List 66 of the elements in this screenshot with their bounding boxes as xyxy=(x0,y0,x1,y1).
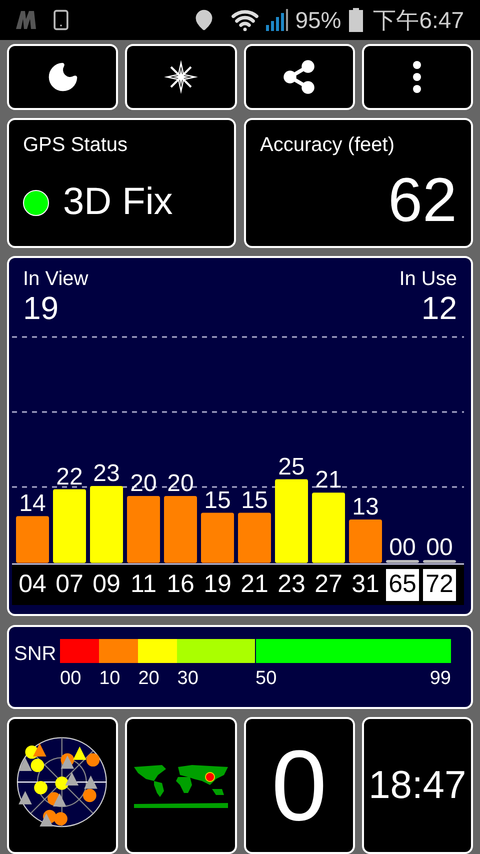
snr-value: 22 xyxy=(56,463,83,490)
snr-value: 00 xyxy=(389,534,416,561)
more-icon xyxy=(413,61,422,93)
snr-value: 00 xyxy=(426,534,453,561)
app-logo-icon xyxy=(16,11,36,29)
snr-value: 15 xyxy=(204,486,231,514)
snr-tick-label: 30 xyxy=(177,669,198,688)
snr-tick-label: 99 xyxy=(430,669,451,688)
snr-label: SNR xyxy=(14,642,58,667)
clock: 下午6:47 xyxy=(373,6,464,35)
share-icon xyxy=(281,59,318,95)
snr-tick-label: 20 xyxy=(138,669,160,688)
snr-bar xyxy=(127,496,160,563)
satellite-id: 72 xyxy=(423,569,456,601)
satellite-id: 21 xyxy=(240,569,270,600)
moon-button[interactable] xyxy=(7,44,118,110)
satellite-id: 16 xyxy=(166,569,196,600)
compass-button[interactable] xyxy=(125,44,236,110)
snr-bar xyxy=(386,560,419,563)
compass-star-icon xyxy=(162,59,199,95)
battery-icon xyxy=(349,8,364,32)
satellite-id: 31 xyxy=(350,569,380,600)
in-use-count: 12 xyxy=(421,291,457,325)
snr-value: 25 xyxy=(278,453,305,480)
snr-bar xyxy=(312,492,345,563)
in-view-count: 19 xyxy=(23,291,60,325)
satellite-id: 04 xyxy=(18,569,48,600)
gps-status-label: GPS Status xyxy=(23,133,128,158)
snr-value: 20 xyxy=(130,470,157,497)
satellite-id: 07 xyxy=(54,569,84,600)
satellite-id: 65 xyxy=(386,569,419,601)
satellite-id: 09 xyxy=(92,569,122,600)
satellite-id: 19 xyxy=(202,569,232,600)
snr-bar xyxy=(201,512,234,563)
fix-status: 3D Fix xyxy=(63,180,173,225)
value-tile[interactable]: 18:47 xyxy=(362,717,473,854)
snr-value: 14 xyxy=(19,490,46,518)
accuracy-label: Accuracy (feet) xyxy=(260,133,396,158)
battery-percent: 95% xyxy=(295,6,342,35)
in-view-label: In View xyxy=(23,267,88,291)
snr-bar xyxy=(16,516,49,563)
value-tile[interactable]: 0 xyxy=(244,717,355,854)
accuracy-value: 62 xyxy=(388,170,457,232)
snr-value: 23 xyxy=(93,460,120,487)
snr-bar xyxy=(423,560,456,563)
more-button[interactable] xyxy=(362,44,473,110)
snr-bar xyxy=(238,512,271,563)
snr-tick-label: 10 xyxy=(99,669,120,688)
in-use-label: In Use xyxy=(399,267,457,291)
snr-value: 13 xyxy=(352,493,379,520)
signal-icon xyxy=(265,9,290,31)
tile-value: 0 xyxy=(271,736,327,836)
snr-tick-label: 00 xyxy=(60,669,82,688)
snr-bar xyxy=(164,496,197,563)
snr-value: 20 xyxy=(167,470,194,497)
satellite-id: 23 xyxy=(276,569,306,600)
skyplot-tile[interactable] xyxy=(7,717,118,854)
snr-value: 15 xyxy=(241,486,268,514)
satellite-id: 11 xyxy=(130,569,158,600)
satellite-id: 27 xyxy=(314,569,344,600)
snr-bar xyxy=(349,519,382,563)
worldmap-tile[interactable] xyxy=(125,717,236,854)
snr-value: 21 xyxy=(315,466,342,494)
snr-tick-label: 50 xyxy=(256,669,277,688)
share-button[interactable] xyxy=(244,44,355,110)
tile-value: 18:47 xyxy=(368,766,466,805)
